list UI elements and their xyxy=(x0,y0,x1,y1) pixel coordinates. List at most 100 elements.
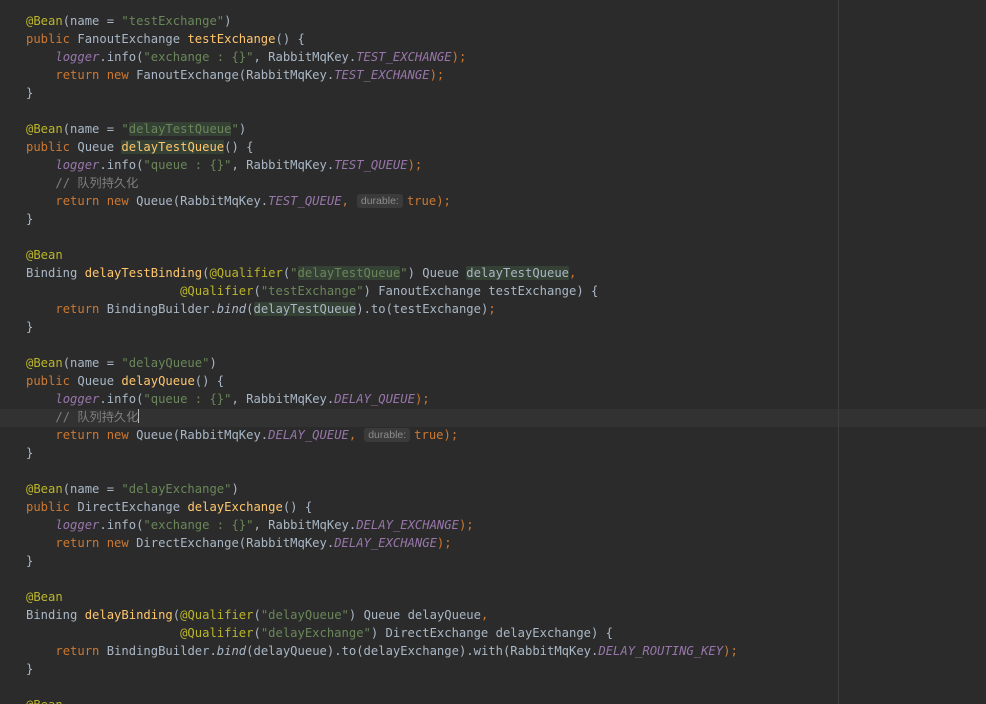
code-token: @Qualifier xyxy=(180,284,254,298)
code-line[interactable]: @Qualifier("delayExchange") DirectExchan… xyxy=(26,624,986,642)
code-token: FanoutExchange xyxy=(70,32,188,46)
code-line[interactable]: @Qualifier("testExchange") FanoutExchang… xyxy=(26,282,986,300)
code-line[interactable]: @Bean(name = "delayTestQueue") xyxy=(26,120,986,138)
code-token: BindingBuilder. xyxy=(99,302,217,316)
code-token: () { xyxy=(194,374,225,388)
code-token: ( xyxy=(172,608,181,622)
code-token: delayTestQueue xyxy=(128,122,232,136)
code-token: "testExchange" xyxy=(260,284,364,298)
code-line[interactable]: logger.info("queue : {}", RabbitMqKey.DE… xyxy=(26,390,986,408)
code-line[interactable] xyxy=(26,102,986,120)
code-line[interactable]: // 队列持久化 xyxy=(26,174,986,192)
code-line[interactable]: logger.info("exchange : {}", RabbitMqKey… xyxy=(26,516,986,534)
code-token: ) DirectExchange delayExchange) { xyxy=(370,626,614,640)
code-line[interactable] xyxy=(26,570,986,588)
code-token: "delayExchange" xyxy=(260,626,371,640)
code-line[interactable]: public FanoutExchange testExchange() { xyxy=(26,30,986,48)
code-line[interactable]: return new FanoutExchange(RabbitMqKey.TE… xyxy=(26,66,986,84)
code-token: (name = xyxy=(62,356,122,370)
code-token: ); xyxy=(429,68,445,82)
code-token: Queue(RabbitMqKey. xyxy=(128,194,269,208)
code-line[interactable]: } xyxy=(26,210,986,228)
code-token: delayQueue xyxy=(121,374,195,388)
code-token: Binding xyxy=(26,266,85,280)
code-token: () { xyxy=(282,500,313,514)
code-line[interactable]: return BindingBuilder.bind(delayQueue).t… xyxy=(26,642,986,660)
code-line[interactable] xyxy=(26,678,986,696)
code-token: () { xyxy=(275,32,305,46)
code-line[interactable]: } xyxy=(26,552,986,570)
code-token: Queue xyxy=(70,374,122,388)
code-line[interactable]: Binding delayTestBinding(@Qualifier("del… xyxy=(26,264,986,282)
code-token: DirectExchange xyxy=(70,500,188,514)
code-token: @Qualifier xyxy=(209,266,283,280)
code-line[interactable]: @Bean xyxy=(26,696,986,704)
code-line[interactable]: public Queue delayQueue() { xyxy=(26,372,986,390)
code-line[interactable]: logger.info("exchange : {}", RabbitMqKey… xyxy=(26,48,986,66)
code-line[interactable] xyxy=(26,228,986,246)
code-token: .info( xyxy=(99,392,144,406)
code-token: delayTestQueue xyxy=(253,302,357,316)
code-line[interactable]: @Bean xyxy=(26,588,986,606)
code-token: @Qualifier xyxy=(180,608,254,622)
code-line[interactable]: @Bean(name = "testExchange") xyxy=(26,12,986,30)
code-token: return new xyxy=(55,536,129,550)
code-token: .info( xyxy=(99,158,144,172)
code-line[interactable] xyxy=(26,462,986,480)
code-token: // 队列持久化 xyxy=(55,410,139,424)
code-token: TEST_EXCHANGE xyxy=(334,68,430,82)
code-line[interactable]: } xyxy=(26,660,986,678)
code-line[interactable]: return new DirectExchange(RabbitMqKey.DE… xyxy=(26,534,986,552)
code-token: TEST_EXCHANGE xyxy=(356,50,452,64)
code-token: (name = xyxy=(62,482,122,496)
code-token: "delayQueue" xyxy=(121,356,210,370)
code-token: ) Queue delayQueue xyxy=(348,608,481,622)
code-line[interactable]: return BindingBuilder.bind(delayTestQueu… xyxy=(26,300,986,318)
code-token: DELAY_QUEUE xyxy=(268,428,349,442)
code-token: , RabbitMqKey. xyxy=(231,392,335,406)
code-line[interactable]: logger.info("queue : {}", RabbitMqKey.TE… xyxy=(26,156,986,174)
code-line[interactable]: @Bean(name = "delayQueue") xyxy=(26,354,986,372)
code-token: return new xyxy=(55,428,129,442)
code-line[interactable] xyxy=(26,336,986,354)
code-token: DELAY_EXCHANGE xyxy=(356,518,459,532)
code-token: @Bean xyxy=(26,248,63,262)
code-token: ); xyxy=(436,536,452,550)
code-line[interactable]: // 队列持久化 xyxy=(26,408,986,426)
code-token: return new xyxy=(55,194,129,208)
code-token: (name = xyxy=(62,122,122,136)
code-editor[interactable]: @Bean(name = "testExchange") public Fanou… xyxy=(0,0,986,704)
code-line[interactable]: Binding delayBinding(@Qualifier("delayQu… xyxy=(26,606,986,624)
code-line[interactable]: } xyxy=(26,444,986,462)
code-token: ); xyxy=(458,518,474,532)
code-token: return new xyxy=(55,68,129,82)
code-token: .info( xyxy=(99,518,144,532)
code-token: Binding xyxy=(26,608,85,622)
code-token: ) Queue xyxy=(407,266,467,280)
code-token: @Bean xyxy=(26,482,63,496)
code-line[interactable]: return new Queue(RabbitMqKey.TEST_QUEUE,… xyxy=(26,192,986,210)
code-token: "delayQueue" xyxy=(260,608,349,622)
code-token: TEST_QUEUE xyxy=(268,194,342,208)
code-token: , xyxy=(569,266,577,280)
code-token: ).to(testExchange) xyxy=(356,302,489,316)
code-line[interactable]: @Bean xyxy=(26,246,986,264)
code-token: public xyxy=(26,32,71,46)
code-line[interactable]: public Queue delayTestQueue() { xyxy=(26,138,986,156)
code-line[interactable]: @Bean(name = "delayExchange") xyxy=(26,480,986,498)
code-token: logger xyxy=(55,158,100,172)
code-token: DELAY_ROUTING_KEY xyxy=(598,644,724,658)
code-token: // 队列持久化 xyxy=(55,176,139,190)
parameter-hint: durable: xyxy=(364,428,411,442)
code-line[interactable]: return new Queue(RabbitMqKey.DELAY_QUEUE… xyxy=(26,426,986,444)
code-token: , xyxy=(480,608,489,622)
code-line[interactable]: public DirectExchange delayExchange() { xyxy=(26,498,986,516)
code-line[interactable]: } xyxy=(26,318,986,336)
code-line[interactable]: } xyxy=(26,84,986,102)
code-area[interactable]: @Bean(name = "testExchange") public Fanou… xyxy=(26,12,986,704)
code-token: " xyxy=(121,122,129,136)
